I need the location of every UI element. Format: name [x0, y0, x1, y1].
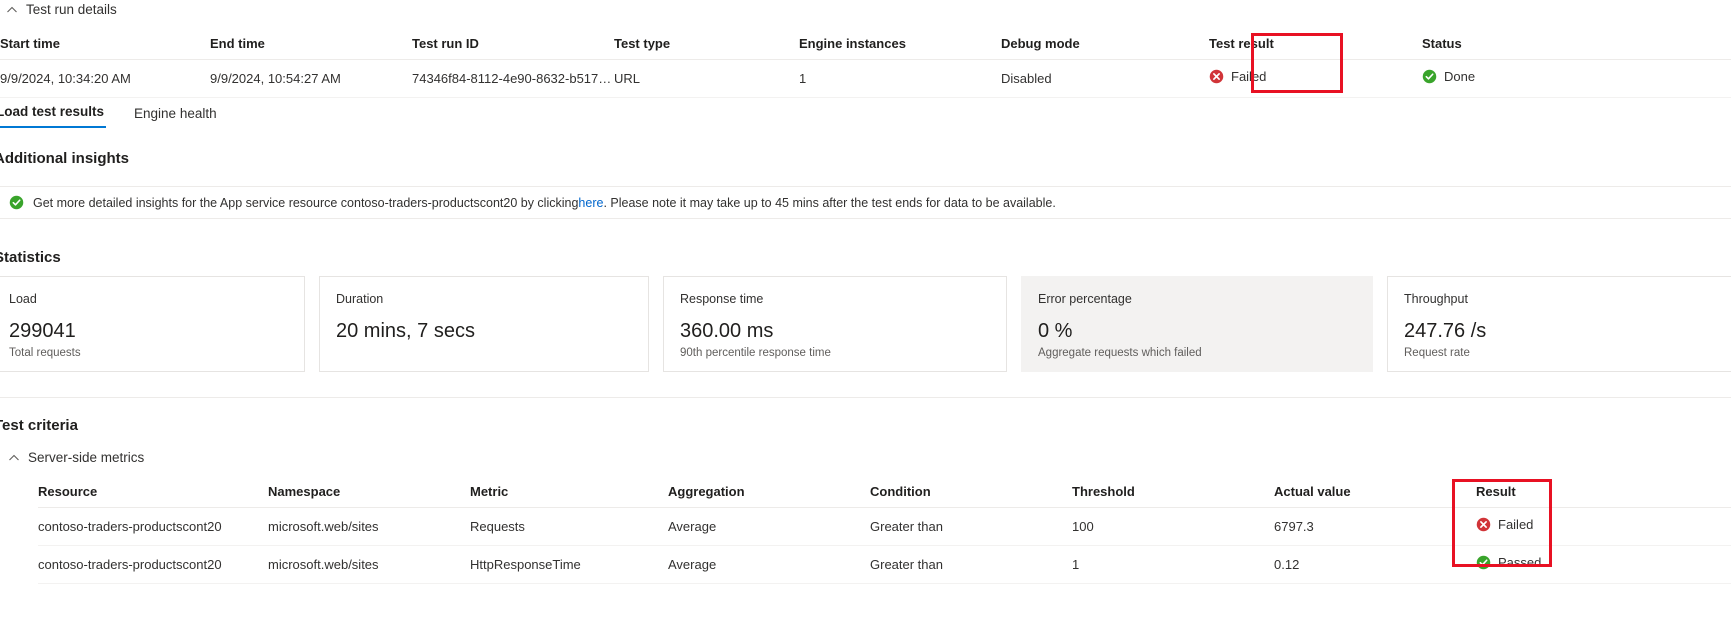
results-tabs: Load test results Engine health: [0, 100, 1731, 128]
success-circle-icon: [1476, 555, 1491, 570]
cell-resource: contoso-traders-productscont20: [38, 507, 268, 546]
stat-value: 20 mins, 7 secs: [336, 320, 475, 342]
cell-threshold: 100: [1072, 507, 1274, 546]
success-circle-icon: [1422, 69, 1437, 84]
test-run-results-page: Test run details Start time End time Tes…: [0, 0, 1731, 640]
stat-value: 299041: [9, 320, 76, 342]
stat-sub: 90th percentile response time: [680, 347, 831, 359]
stat-card-load[interactable]: Load 299041 Total requests: [0, 276, 305, 372]
test-run-details-title: Test run details: [26, 2, 117, 17]
stat-value: 247.76 /s: [1404, 320, 1487, 342]
chevron-up-icon[interactable]: [6, 4, 18, 16]
col-aggregation: Aggregation: [668, 478, 870, 508]
cell-status: Done: [1422, 59, 1731, 98]
col-start-time: Start time: [0, 30, 210, 60]
cell-debug-mode: Disabled: [1001, 59, 1209, 98]
cell-actual-value: 0.12: [1274, 545, 1476, 584]
criteria-result-badge: Passed: [1476, 555, 1541, 570]
insights-banner: Get more detailed insights for the App s…: [0, 186, 1731, 219]
col-result: Result: [1476, 478, 1731, 508]
test-run-details-table: Start time End time Test run ID Test typ…: [0, 30, 1731, 98]
stat-value: 360.00 ms: [680, 320, 774, 342]
stat-sub: Total requests: [9, 347, 81, 359]
cell-metric: Requests: [470, 507, 668, 546]
stat-card-error-percentage[interactable]: Error percentage 0 % Aggregate requests …: [1021, 276, 1373, 372]
success-circle-icon: [9, 195, 24, 210]
cell-result: Failed: [1476, 507, 1731, 546]
col-debug-mode: Debug mode: [1001, 30, 1209, 60]
test-result-text: Failed: [1231, 69, 1267, 84]
additional-insights-heading: Additional insights: [0, 150, 129, 167]
section-divider: [0, 397, 1731, 398]
statistics-heading: Statistics: [0, 249, 61, 266]
status-badge: Done: [1422, 69, 1475, 84]
stat-label: Duration: [336, 292, 384, 306]
criteria-result-badge: Failed: [1476, 517, 1533, 532]
banner-here-link[interactable]: here: [578, 196, 603, 210]
stat-label: Response time: [680, 292, 764, 306]
col-test-run-id: Test run ID: [412, 30, 614, 60]
cell-engine-instances: 1: [799, 59, 1001, 98]
test-run-details-header[interactable]: Test run details: [6, 2, 117, 17]
stat-sub: Request rate: [1404, 347, 1470, 359]
cell-aggregation: Average: [668, 507, 870, 546]
cell-result: Passed: [1476, 545, 1731, 584]
test-result-badge: Failed: [1209, 69, 1266, 84]
server-side-metrics-header[interactable]: Server-side metrics: [8, 450, 144, 465]
stat-label: Throughput: [1404, 292, 1468, 306]
status-text: Done: [1444, 69, 1476, 84]
cell-test-run-id: 74346f84-8112-4e90-8632-b51773b...: [412, 59, 614, 98]
error-circle-icon: [1209, 69, 1224, 84]
cell-end-time: 9/9/2024, 10:54:27 AM: [210, 59, 412, 98]
cell-metric: HttpResponseTime: [470, 545, 668, 584]
col-condition: Condition: [870, 478, 1072, 508]
col-namespace: Namespace: [268, 478, 470, 508]
stat-value: 0 %: [1038, 320, 1073, 342]
col-threshold: Threshold: [1072, 478, 1274, 508]
col-test-result: Test result: [1209, 30, 1422, 60]
cell-aggregation: Average: [668, 545, 870, 584]
criteria-result-text: Failed: [1498, 517, 1534, 532]
cell-actual-value: 6797.3: [1274, 507, 1476, 546]
banner-text-before: Get more detailed insights for the App s…: [33, 195, 579, 210]
col-metric: Metric: [470, 478, 668, 508]
table-row[interactable]: 9/9/2024, 10:34:20 AM 9/9/2024, 10:54:27…: [0, 59, 1731, 98]
cell-namespace: microsoft.web/sites: [268, 507, 470, 546]
col-resource: Resource: [38, 478, 268, 508]
tab-engine-health[interactable]: Engine health: [132, 102, 219, 128]
test-criteria-table: Resource Namespace Metric Aggregation Co…: [38, 478, 1731, 584]
cell-resource: contoso-traders-productscont20: [38, 545, 268, 584]
banner-text-after: . Please note it may take up to 45 mins …: [603, 195, 1056, 210]
cell-condition: Greater than: [870, 507, 1072, 546]
cell-test-type: URL: [614, 59, 799, 98]
cell-condition: Greater than: [870, 545, 1072, 584]
stat-card-response-time[interactable]: Response time 360.00 ms 90th percentile …: [663, 276, 1007, 372]
stat-label: Error percentage: [1038, 292, 1132, 306]
col-test-type: Test type: [614, 30, 799, 60]
table-row[interactable]: contoso-traders-productscont20 microsoft…: [38, 545, 1731, 584]
col-end-time: End time: [210, 30, 412, 60]
stat-label: Load: [9, 292, 37, 306]
stat-card-throughput[interactable]: Throughput 247.76 /s Request rate: [1387, 276, 1731, 372]
table-header-row: Start time End time Test run ID Test typ…: [0, 30, 1731, 60]
tab-load-test-results[interactable]: Load test results: [0, 100, 107, 128]
stat-sub: Aggregate requests which failed: [1038, 347, 1202, 359]
stat-card-duration[interactable]: Duration 20 mins, 7 secs: [319, 276, 649, 372]
table-header-row: Resource Namespace Metric Aggregation Co…: [38, 478, 1731, 508]
table-row[interactable]: contoso-traders-productscont20 microsoft…: [38, 507, 1731, 546]
criteria-result-text: Passed: [1498, 555, 1542, 570]
col-status: Status: [1422, 30, 1731, 60]
col-actual-value: Actual value: [1274, 478, 1476, 508]
cell-start-time: 9/9/2024, 10:34:20 AM: [0, 59, 210, 98]
statistics-cards: Load 299041 Total requests Duration 20 m…: [0, 276, 1731, 372]
col-engine-instances: Engine instances: [799, 30, 1001, 60]
cell-threshold: 1: [1072, 545, 1274, 584]
chevron-up-icon[interactable]: [8, 452, 20, 464]
error-circle-icon: [1476, 517, 1491, 532]
cell-test-result: Failed: [1209, 59, 1422, 98]
cell-namespace: microsoft.web/sites: [268, 545, 470, 584]
test-criteria-heading: Test criteria: [0, 417, 78, 434]
server-side-metrics-label: Server-side metrics: [28, 450, 145, 465]
